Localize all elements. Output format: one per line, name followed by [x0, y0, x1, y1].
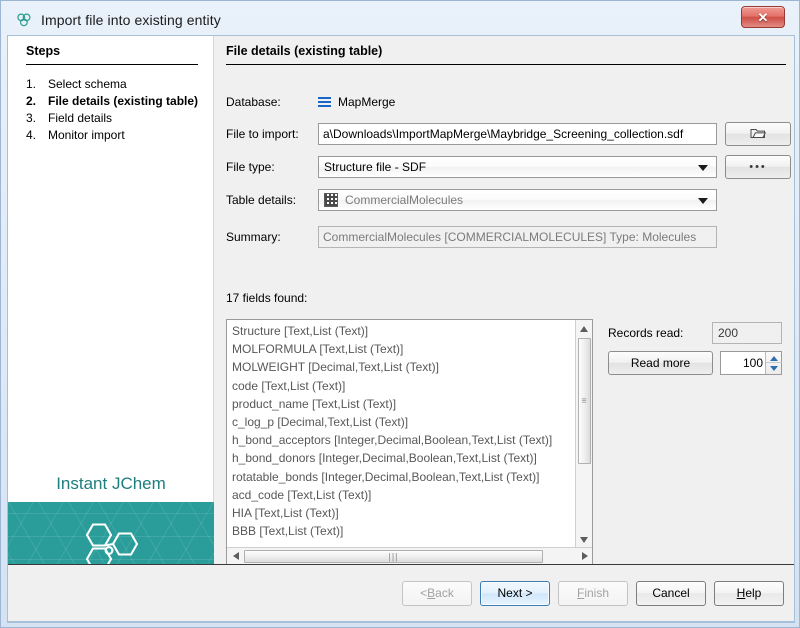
stepper-down-icon[interactable] — [766, 363, 782, 374]
step-label: Field details — [48, 110, 206, 126]
fields-list-items: Structure [Text,List (Text)] MOLFORMULA … — [227, 320, 574, 546]
dialog-window: Import file into existing entity ✕ Steps… — [0, 0, 800, 628]
table-details-label: Table details: — [226, 189, 310, 211]
stepper-buttons[interactable] — [765, 352, 781, 374]
browse-file-button[interactable] — [725, 122, 791, 146]
read-count-stepper[interactable]: 100 — [720, 351, 782, 375]
file-to-import-label: File to import: — [226, 123, 310, 145]
list-item[interactable]: product_name [Text,List (Text)] — [232, 395, 574, 413]
step-item-2: 2. File details (existing table) — [26, 93, 206, 109]
file-type-label: File type: — [226, 156, 310, 178]
fields-found-label: 17 fields found: — [226, 291, 307, 305]
step-number: 1. — [26, 76, 48, 92]
table-details-value: CommercialMolecules — [345, 193, 463, 207]
summary-label: Summary: — [226, 226, 310, 248]
file-type-row: File type: Structure file - SDF ••• — [226, 156, 791, 178]
scroll-down-icon[interactable] — [580, 537, 588, 543]
scroll-up-icon[interactable] — [580, 326, 588, 332]
list-item[interactable]: HIA [Text,List (Text)] — [232, 504, 574, 522]
step-item-1: 1. Select schema — [26, 76, 206, 92]
cancel-button[interactable]: Cancel — [636, 581, 706, 606]
steps-divider — [26, 64, 198, 65]
list-item[interactable]: Structure [Text,List (Text)] — [232, 322, 574, 340]
database-value: MapMerge — [338, 91, 395, 113]
back-button-pre: < — [420, 586, 427, 600]
close-button[interactable]: ✕ — [741, 6, 785, 28]
finish-button-post: inish — [584, 586, 609, 600]
fields-list-vertical-scrollbar[interactable]: ≡ — [575, 320, 592, 549]
molecule-icon — [15, 11, 33, 29]
vertical-scroll-thumb[interactable]: ≡ — [578, 338, 591, 464]
list-item[interactable]: MOLWEIGHT [Decimal,Text,List (Text)] — [232, 358, 574, 376]
finish-button[interactable]: Finish — [558, 581, 628, 606]
page-title: File details (existing table) — [226, 44, 382, 58]
list-item[interactable]: code [Text,List (Text)] — [232, 377, 574, 395]
steps-list: 1. Select schema 2. File details (existi… — [26, 76, 206, 144]
footer-buttons: < Back Next > Finish Cancel Help — [8, 565, 795, 621]
list-item[interactable]: h_bond_donors [Integer,Decimal,Boolean,T… — [232, 449, 574, 467]
next-button[interactable]: Next > — [480, 581, 550, 606]
help-button[interactable]: Help — [714, 581, 784, 606]
step-label: Select schema — [48, 76, 206, 92]
back-button-post: ack — [435, 586, 454, 600]
page-title-divider — [226, 64, 786, 65]
file-type-select[interactable]: Structure file - SDF — [318, 156, 717, 178]
close-icon: ✕ — [758, 11, 769, 24]
list-item[interactable]: rotatable_bonds [Integer,Decimal,Boolean… — [232, 468, 574, 486]
folder-open-icon — [750, 126, 766, 142]
help-button-post: elp — [745, 586, 761, 600]
scroll-grip-icon: ||| — [388, 552, 398, 561]
list-item[interactable]: MOLFORMULA [Text,List (Text)] — [232, 340, 574, 358]
step-item-3: 3. Field details — [26, 110, 206, 126]
database-value-group: MapMerge — [318, 91, 395, 113]
steps-heading: Steps — [26, 44, 60, 58]
fields-listbox[interactable]: Structure [Text,List (Text)] MOLFORMULA … — [226, 319, 593, 565]
summary-row: Summary: CommercialMolecules [COMMERCIAL… — [226, 226, 791, 248]
titlebar: Import file into existing entity ✕ — [7, 5, 795, 35]
database-row: Database: MapMerge — [226, 91, 791, 113]
step-number: 3. — [26, 110, 48, 126]
records-read-value: 200 — [712, 322, 782, 344]
database-label: Database: — [226, 91, 310, 113]
list-item[interactable]: BBB [Text,List (Text)] — [232, 522, 574, 540]
scroll-left-icon[interactable] — [233, 552, 239, 560]
content-panel: File details (existing table) Database: … — [215, 36, 794, 621]
file-to-import-row: File to import: a\Downloads\ImportMapMer… — [226, 123, 791, 145]
read-count-value: 100 — [743, 352, 763, 374]
hamburger-icon — [318, 97, 331, 108]
fields-list-horizontal-scrollbar[interactable]: ||| — [227, 547, 593, 564]
list-item[interactable]: c_log_p [Decimal,Text,List (Text)] — [232, 413, 574, 431]
help-button-mnemonic: H — [737, 586, 746, 600]
back-button-mnemonic: B — [427, 586, 435, 600]
table-details-select[interactable]: CommercialMolecules — [318, 189, 717, 211]
finish-button-mnemonic: F — [577, 586, 584, 600]
step-number: 2. — [26, 93, 48, 109]
records-read-label: Records read: — [608, 326, 683, 340]
stepper-up-icon[interactable] — [766, 352, 782, 363]
steps-panel: Steps 1. Select schema 2. File details (… — [8, 36, 214, 621]
chevron-down-icon — [698, 198, 708, 204]
step-number: 4. — [26, 127, 48, 143]
file-type-options-button[interactable]: ••• — [725, 155, 791, 179]
window-title: Import file into existing entity — [41, 12, 221, 28]
back-button[interactable]: < Back — [402, 581, 472, 606]
step-label: File details (existing table) — [48, 93, 206, 109]
list-item[interactable]: acd_code [Text,List (Text)] — [232, 486, 574, 504]
summary-value: CommercialMolecules [COMMERCIALMOLECULES… — [318, 226, 717, 248]
horizontal-scroll-thumb[interactable]: ||| — [244, 550, 543, 563]
list-item[interactable]: h_bond_acceptors [Integer,Decimal,Boolea… — [232, 431, 574, 449]
scroll-grip-icon: ≡ — [581, 397, 587, 406]
read-more-button[interactable]: Read more — [608, 351, 713, 375]
table-details-row: Table details: CommercialMolecules — [226, 189, 791, 211]
scroll-right-icon[interactable] — [582, 552, 588, 560]
file-to-import-input[interactable]: a\Downloads\ImportMapMerge\Maybridge_Scr… — [318, 123, 717, 145]
brand-title: Instant JChem — [8, 474, 214, 494]
grid-icon — [324, 193, 338, 207]
step-label: Monitor import — [48, 127, 206, 143]
step-item-4: 4. Monitor import — [26, 127, 206, 143]
chevron-down-icon — [698, 165, 708, 171]
file-type-value: Structure file - SDF — [324, 160, 426, 174]
dialog-client-area: Steps 1. Select schema 2. File details (… — [7, 35, 795, 623]
ellipsis-icon: ••• — [749, 162, 767, 173]
